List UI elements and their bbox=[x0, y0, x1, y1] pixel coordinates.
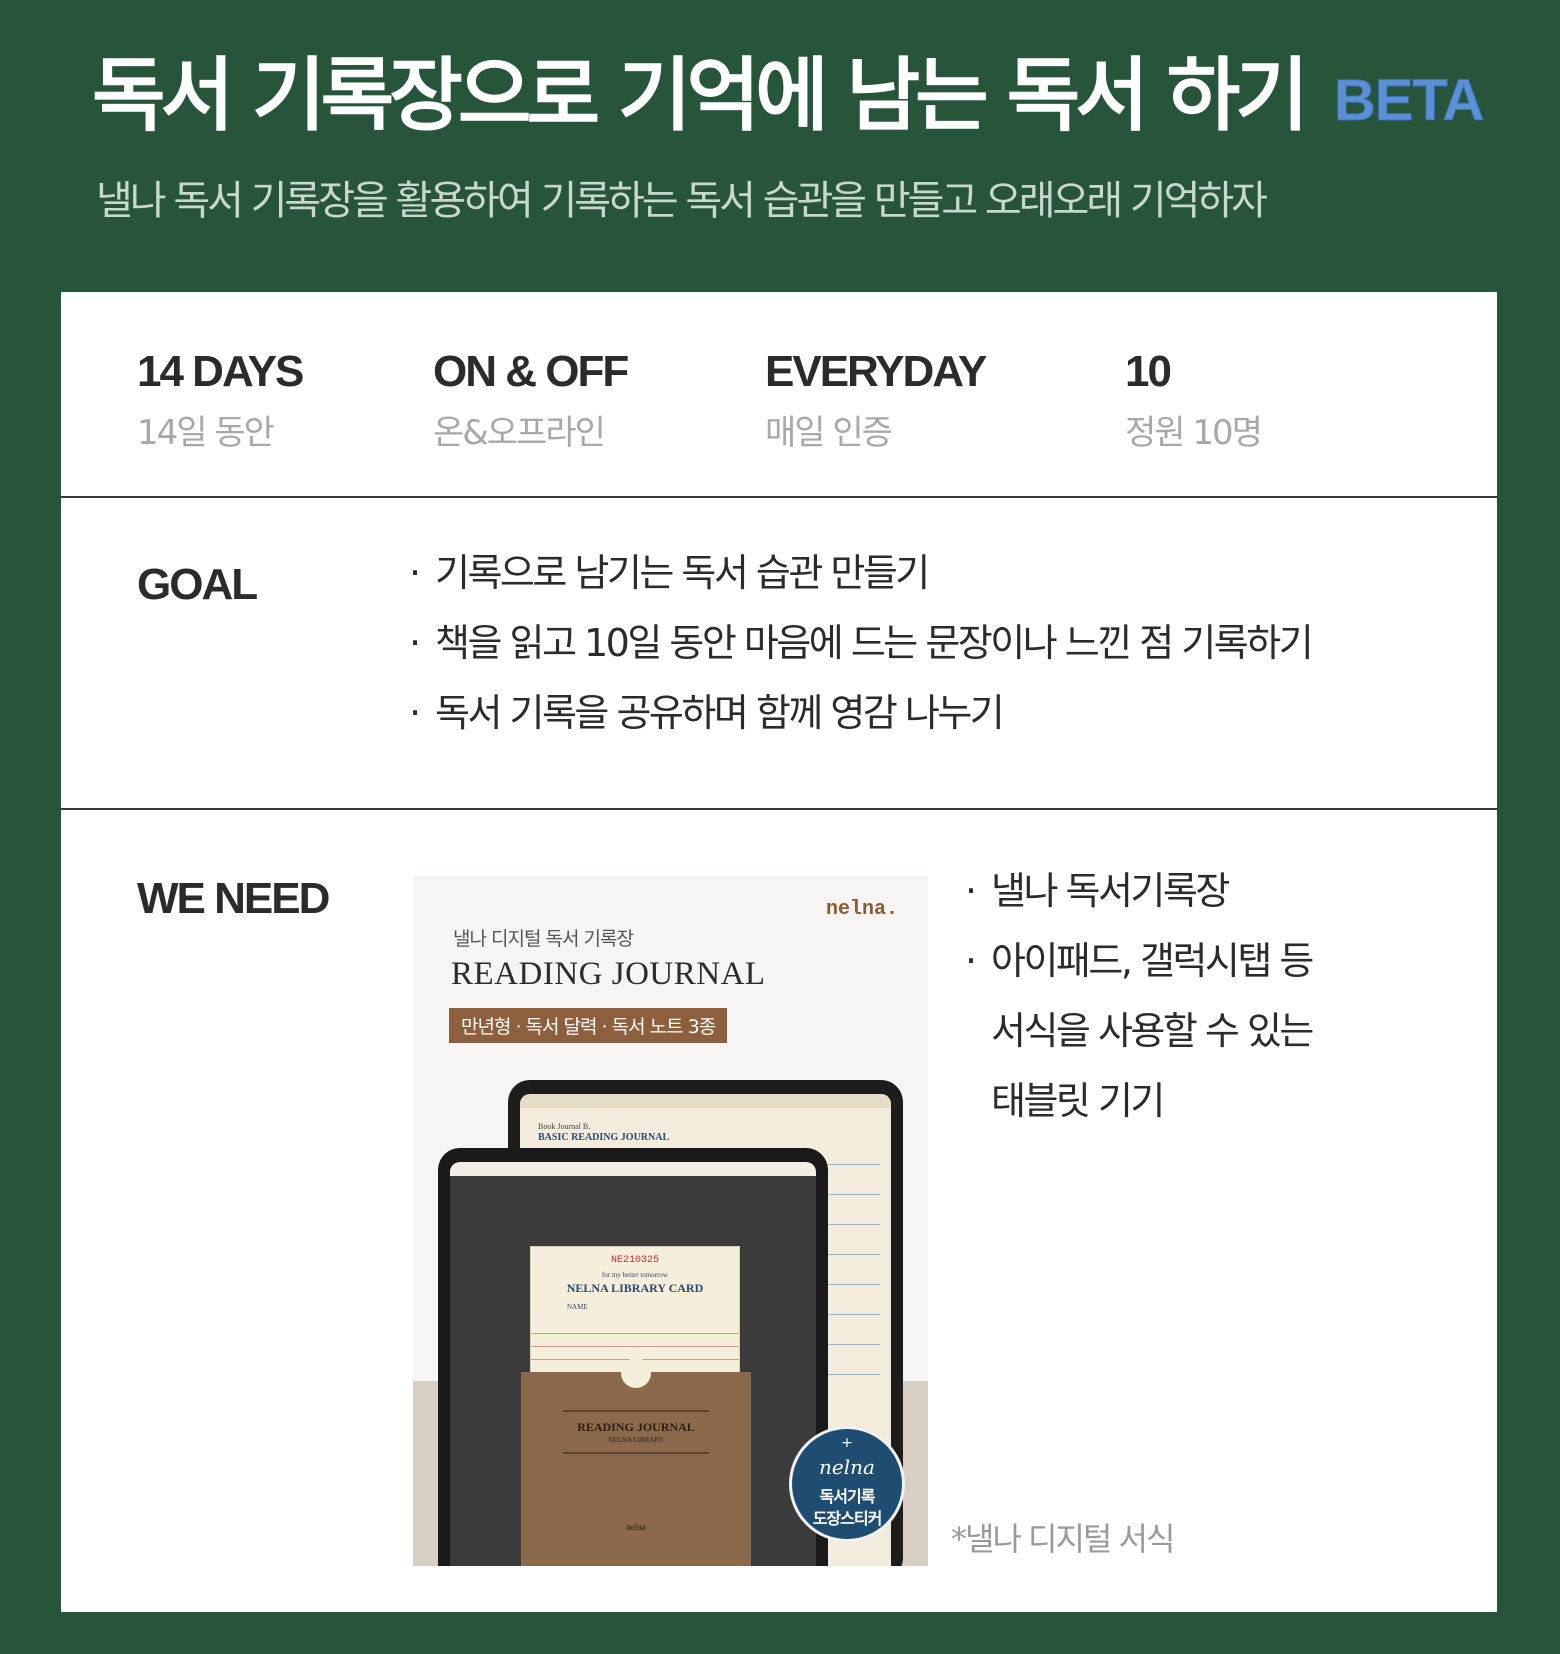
pocket-rule bbox=[563, 1410, 709, 1412]
stat-format: ON & OFF 온&오프라인 bbox=[433, 347, 629, 454]
pocket-subtitle: NELNA LIBRARY bbox=[608, 1436, 664, 1444]
info-card: 14 DAYS 14일 동안 ON & OFF 온&오프라인 EVERYDAY … bbox=[61, 292, 1497, 1612]
list-item: 낼나 독서기록장 bbox=[965, 856, 1312, 926]
stats-section: 14 DAYS 14일 동안 ON & OFF 온&오프라인 EVERYDAY … bbox=[61, 292, 1497, 496]
list-item: 기록으로 남기는 독서 습관 만들기 bbox=[409, 538, 1311, 608]
goal-list: 기록으로 남기는 독서 습관 만들기 책을 읽고 10일 동안 마음에 드는 문… bbox=[409, 538, 1314, 748]
screen-heading: Book Journal B. bbox=[538, 1122, 591, 1131]
stat-en: ON & OFF bbox=[433, 347, 629, 396]
stat-ko: 온&오프라인 bbox=[433, 413, 606, 453]
footnote: *낼나 디지털 서식 bbox=[951, 1520, 1175, 1558]
stamp-line: 독서기록 bbox=[819, 1487, 876, 1506]
pocket-rule bbox=[563, 1452, 709, 1454]
goal-label: GOAL bbox=[137, 560, 258, 609]
list-item: 독서 기록을 공유하며 함께 영감 나누기 bbox=[409, 678, 1311, 748]
card-tagline: for my better tomorrow bbox=[602, 1271, 668, 1279]
tablet-tabs bbox=[450, 1162, 816, 1176]
need-list: 낼나 독서기록장 아이패드, 갤럭시탭 등 서식을 사용할 수 있는 태블릿 기… bbox=[965, 856, 1314, 1136]
product-tag: 만년형 · 독서 달력 · 독서 노트 3종 bbox=[449, 1008, 728, 1043]
screen-heading: BASIC READING JOURNAL bbox=[538, 1132, 670, 1143]
stat-en: 14 DAYS bbox=[137, 347, 304, 396]
pocket-brand: nelna bbox=[626, 1522, 646, 1532]
card-pocket: READING JOURNAL NELNA LIBRARY nelna bbox=[521, 1358, 751, 1566]
list-item: 서식을 사용할 수 있는 bbox=[991, 1009, 1314, 1053]
stamp-line: 도장스티커 bbox=[812, 1509, 883, 1528]
stat-en: EVERYDAY bbox=[765, 347, 987, 396]
stamp-script: nelna bbox=[819, 1455, 875, 1479]
stamp-sticker-badge: + nelna 독서기록 도장스티커 bbox=[789, 1426, 905, 1542]
page-subtitle: 낼나 독서 기록장을 활용하여 기록하는 독서 습관을 만들고 오래오래 기억하… bbox=[96, 178, 1268, 224]
product-subtitle: 낼나 디지털 독서 기록장 bbox=[453, 928, 634, 950]
header: 독서 기록장으로 기억에 남는 독서 하기 BETA bbox=[92, 48, 1485, 144]
page-title: 독서 기록장으로 기억에 남는 독서 하기 bbox=[92, 49, 1309, 142]
card-name-label: NAME bbox=[567, 1303, 588, 1311]
stat-ko: 정원 10명 bbox=[1125, 413, 1263, 453]
stat-ko: 14일 동안 bbox=[137, 413, 275, 453]
pocket-notch bbox=[621, 1358, 651, 1388]
card-row bbox=[531, 1333, 739, 1346]
plus-icon: + bbox=[841, 1435, 853, 1451]
product-title: READING JOURNAL bbox=[451, 956, 766, 992]
product-brand-logo: nelna. bbox=[825, 898, 898, 921]
stat-duration: 14 DAYS 14일 동안 bbox=[137, 347, 304, 454]
product-image: nelna. 낼나 디지털 독서 기록장 READING JOURNAL 만년형… bbox=[413, 876, 928, 1566]
pocket-title: READING JOURNAL bbox=[577, 1420, 695, 1434]
need-label: WE NEED bbox=[137, 874, 330, 923]
card-number: NE210325 bbox=[610, 1255, 659, 1266]
stat-capacity: 10 정원 10명 bbox=[1125, 347, 1263, 454]
list-item: 아이패드, 갤럭시탭 등 bbox=[965, 926, 1314, 996]
list-item: 태블릿 기기 bbox=[991, 1079, 1165, 1123]
card-title: NELNA LIBRARY CARD bbox=[566, 1281, 704, 1295]
beta-badge: BETA bbox=[1333, 68, 1485, 134]
list-item: 책을 읽고 10일 동안 마음에 드는 문장이나 느낀 점 기록하기 bbox=[409, 608, 1314, 678]
goal-section: GOAL 기록으로 남기는 독서 습관 만들기 책을 읽고 10일 동안 마음에… bbox=[61, 498, 1497, 808]
stat-frequency: EVERYDAY 매일 인증 bbox=[765, 347, 987, 454]
stat-ko: 매일 인증 bbox=[765, 413, 893, 453]
stat-en: 10 bbox=[1125, 347, 1172, 396]
tablet-tabs bbox=[520, 1094, 891, 1108]
